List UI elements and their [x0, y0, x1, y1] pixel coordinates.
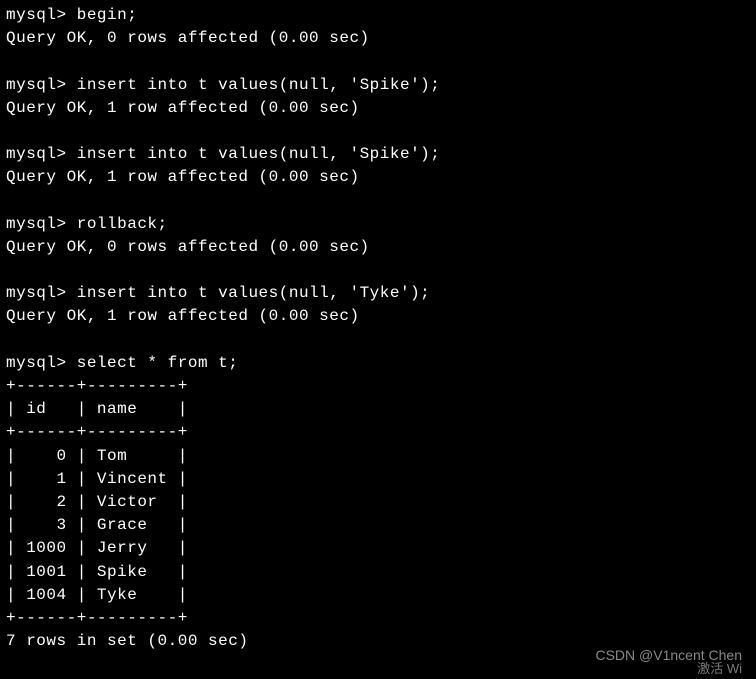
prompt: mysql>: [6, 76, 77, 94]
table-row: | 3 | Grace |: [6, 514, 750, 537]
blank-line: [6, 329, 750, 352]
command-text: rollback;: [77, 215, 168, 233]
table-header: | id | name |: [6, 398, 750, 421]
command-text: insert into t values(null, 'Tyke');: [77, 284, 431, 302]
command-line: mysql> begin;: [6, 4, 750, 27]
prompt: mysql>: [6, 215, 77, 233]
response-line: Query OK, 1 row affected (0.00 sec): [6, 97, 750, 120]
command-text: begin;: [77, 6, 138, 24]
prompt: mysql>: [6, 284, 77, 302]
table-border: +------+---------+: [6, 607, 750, 630]
prompt: mysql>: [6, 6, 77, 24]
prompt: mysql>: [6, 145, 77, 163]
response-line: Query OK, 0 rows affected (0.00 sec): [6, 27, 750, 50]
blank-line: [6, 50, 750, 73]
command-text: insert into t values(null, 'Spike');: [77, 145, 441, 163]
response-line: Query OK, 1 row affected (0.00 sec): [6, 166, 750, 189]
terminal-output: mysql> begin; Query OK, 0 rows affected …: [6, 4, 750, 653]
table-row: | 0 | Tom |: [6, 445, 750, 468]
table-border: +------+---------+: [6, 421, 750, 444]
table-row: | 1 | Vincent |: [6, 468, 750, 491]
blank-line: [6, 190, 750, 213]
blank-line: [6, 259, 750, 282]
command-text: insert into t values(null, 'Spike');: [77, 76, 441, 94]
table-row: | 1004 | Tyke |: [6, 584, 750, 607]
table-border: +------+---------+: [6, 375, 750, 398]
command-line: mysql> insert into t values(null, 'Spike…: [6, 143, 750, 166]
command-line: mysql> insert into t values(null, 'Tyke'…: [6, 282, 750, 305]
command-line: mysql> rollback;: [6, 213, 750, 236]
command-line: mysql> insert into t values(null, 'Spike…: [6, 74, 750, 97]
command-line: mysql> select * from t;: [6, 352, 750, 375]
watermark-sub: 激活 Wi: [697, 660, 742, 679]
table-row: | 1001 | Spike |: [6, 561, 750, 584]
response-line: Query OK, 1 row affected (0.00 sec): [6, 305, 750, 328]
response-line: Query OK, 0 rows affected (0.00 sec): [6, 236, 750, 259]
command-text: select * from t;: [77, 354, 239, 372]
blank-line: [6, 120, 750, 143]
prompt: mysql>: [6, 354, 77, 372]
table-row: | 2 | Victor |: [6, 491, 750, 514]
table-row: | 1000 | Jerry |: [6, 537, 750, 560]
